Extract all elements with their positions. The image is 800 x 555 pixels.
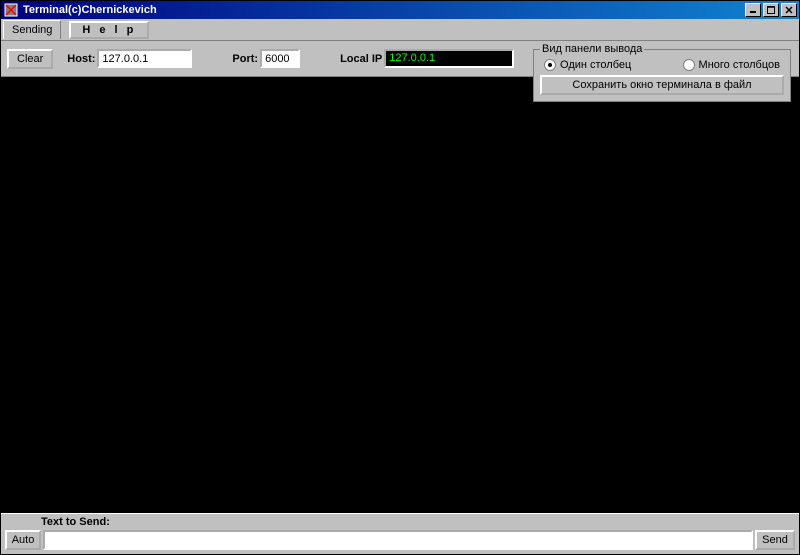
localip-display: 127.0.0.1 <box>384 49 514 68</box>
window-controls <box>745 3 797 17</box>
radio-one-column[interactable]: Один столбец <box>544 59 631 71</box>
radio-icon <box>683 59 695 71</box>
menubar: Sending H e l p <box>1 19 799 41</box>
toolbar: Clear Host: Port: Local IP 127.0.0.1 Вид… <box>1 41 799 77</box>
window-title: Terminal(c)Chernickevich <box>23 4 745 16</box>
text-to-send-label: Text to Send: <box>1 513 799 528</box>
maximize-button[interactable] <box>763 3 779 17</box>
close-button[interactable] <box>781 3 797 17</box>
send-input[interactable] <box>43 530 753 550</box>
terminal-output[interactable] <box>1 77 799 513</box>
sending-tab[interactable]: Sending <box>3 20 61 39</box>
app-window: Terminal(c)Chernickevich Sending H e l p… <box>0 0 800 555</box>
host-label: Host: <box>67 53 95 65</box>
clear-button[interactable]: Clear <box>7 49 53 69</box>
radio-one-column-label: Один столбец <box>560 59 631 71</box>
radio-many-columns-label: Много столбцов <box>699 59 780 71</box>
localip-label: Local IP <box>340 53 382 65</box>
host-input[interactable] <box>97 49 192 68</box>
footer-row: Auto Send <box>1 528 799 554</box>
help-button[interactable]: H e l p <box>69 21 149 39</box>
minimize-button[interactable] <box>745 3 761 17</box>
radio-row: Один столбец Много столбцов <box>540 57 784 75</box>
titlebar: Terminal(c)Chernickevich <box>1 1 799 19</box>
auto-button[interactable]: Auto <box>5 530 41 550</box>
output-panel-group: Вид панели вывода Один столбец Много сто… <box>533 43 791 102</box>
port-input[interactable] <box>260 49 300 68</box>
app-icon <box>3 2 19 18</box>
port-label: Port: <box>232 53 258 65</box>
output-panel-legend: Вид панели вывода <box>540 43 644 55</box>
save-terminal-button[interactable]: Сохранить окно терминала в файл <box>540 75 784 95</box>
send-button[interactable]: Send <box>755 530 795 550</box>
radio-icon <box>544 59 556 71</box>
radio-many-columns[interactable]: Много столбцов <box>683 59 780 71</box>
